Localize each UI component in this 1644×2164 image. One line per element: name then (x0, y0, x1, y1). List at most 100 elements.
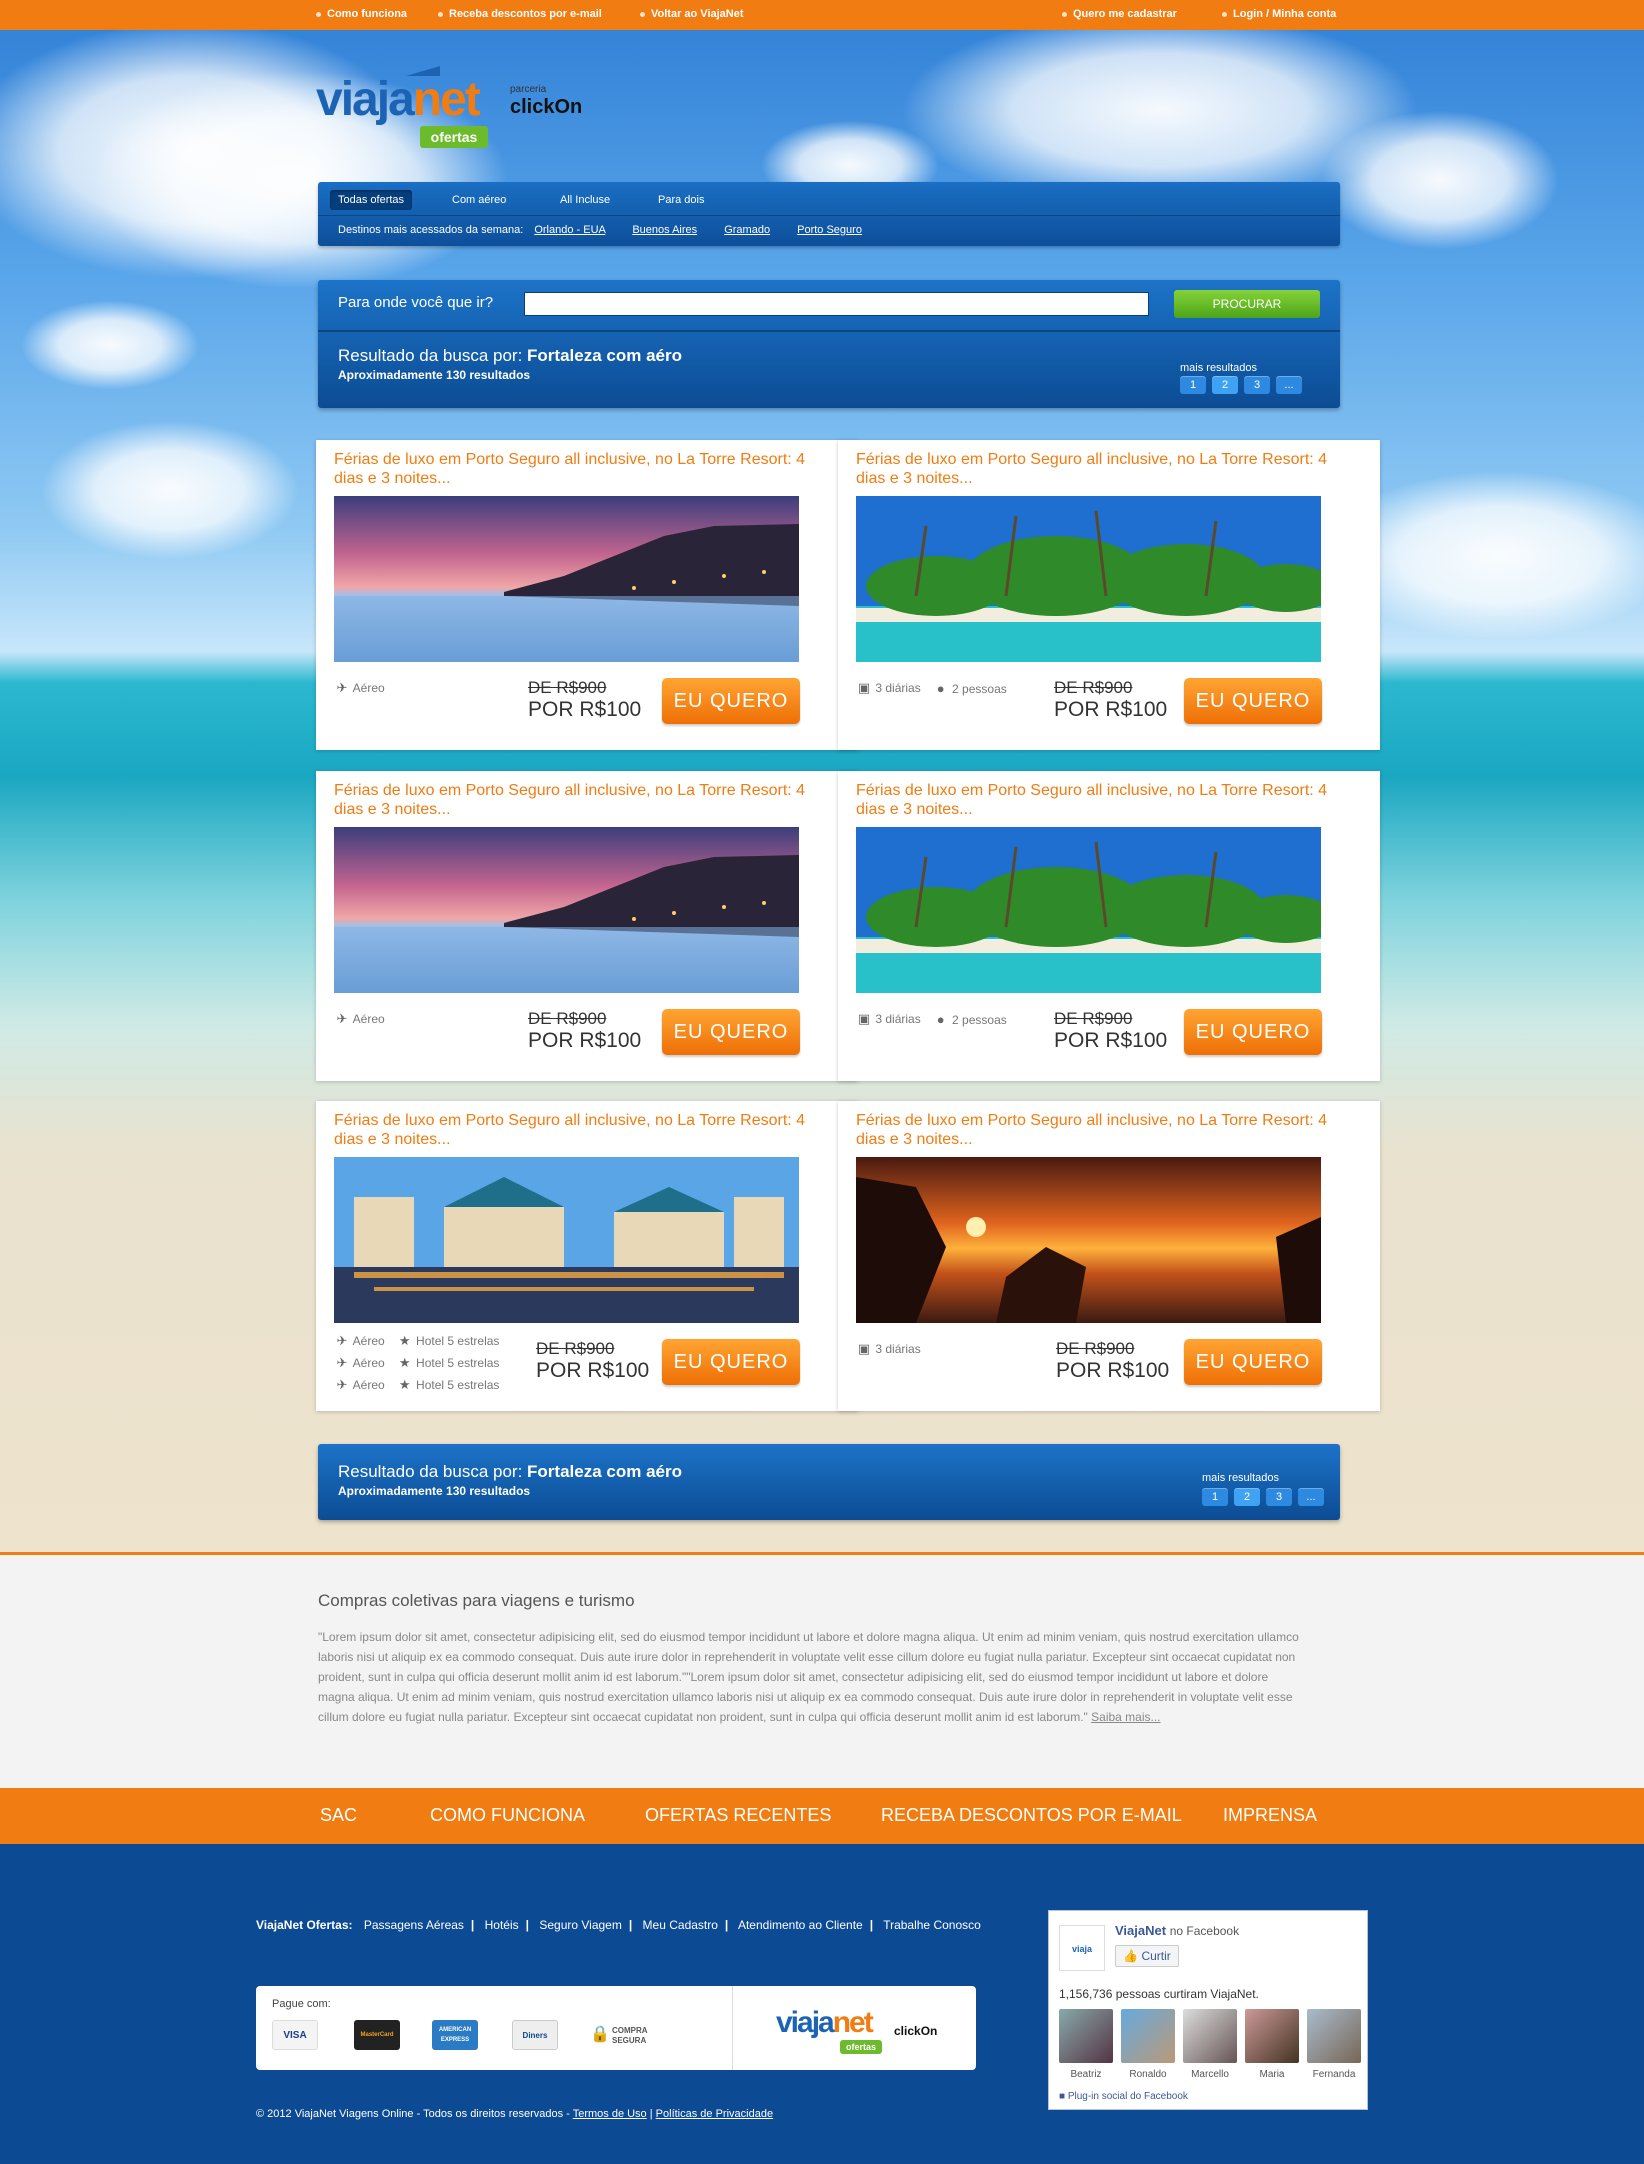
offer-card[interactable]: Férias de luxo em Porto Seguro all inclu… (838, 440, 1380, 750)
offer-meta: ✈ Aéreo (334, 1011, 385, 1033)
offer-photo-sunset-coast[interactable] (334, 827, 799, 993)
privacy-link[interactable]: Políticas de Privacidade (656, 2108, 773, 2120)
tab-com-aereo[interactable]: Com aéreo (444, 190, 514, 210)
offer-card[interactable]: Férias de luxo em Porto Seguro all inclu… (838, 1101, 1380, 1411)
offer-photo-orange-sunset[interactable] (856, 1157, 1321, 1323)
terms-link[interactable]: Termos de Uso (573, 2108, 647, 2120)
footer-link-separator: | (470, 1918, 475, 1932)
facebook-icon: ■ (1059, 2091, 1066, 2102)
footer-nav-ofertas-recentes[interactable]: OFERTAS RECENTES (645, 1805, 831, 1826)
old-price: DE R$900 (1054, 678, 1133, 697)
partner-label: parceria (510, 84, 547, 95)
offer-card[interactable]: Férias de luxo em Porto Seguro all inclu… (316, 440, 858, 750)
new-price: POR R$100 (1056, 1359, 1170, 1382)
topbar-link-descontos[interactable]: Receba descontos por e-mail (438, 8, 602, 20)
eu-quero-button[interactable]: EU QUERO (662, 1339, 800, 1385)
plane-icon: ✈ (336, 1333, 348, 1348)
mastercard-icon: MasterCard (354, 2020, 400, 2050)
offer-card[interactable]: Férias de luxo em Porto Seguro all inclu… (316, 1101, 858, 1411)
offer-title[interactable]: Férias de luxo em Porto Seguro all inclu… (334, 1111, 834, 1149)
topbar-link-como-funciona[interactable]: Como funciona (316, 8, 407, 20)
footer-nav-descontos[interactable]: RECEBA DESCONTOS POR E-MAIL (881, 1805, 1182, 1826)
fb-fan-avatar[interactable] (1245, 2009, 1299, 2063)
page-2-button[interactable]: 2 (1234, 1488, 1260, 1506)
search-button[interactable]: PROCURAR (1174, 290, 1320, 318)
page-more-button[interactable]: ... (1276, 376, 1302, 394)
footer-link-hoteis[interactable]: Hotéis (485, 1918, 519, 1932)
offer-photo-sunset-coast[interactable] (334, 496, 799, 662)
footer-nav-como-funciona[interactable]: COMO FUNCIONA (430, 1805, 585, 1826)
offer-title[interactable]: Férias de luxo em Porto Seguro all inclu… (334, 450, 834, 488)
more-results-label: mais resultados (1180, 362, 1258, 374)
eu-quero-button[interactable]: EU QUERO (1184, 1339, 1322, 1385)
footer-link-passagens[interactable]: Passagens Aéreas (364, 1918, 464, 1932)
tab-para-dois[interactable]: Para dois (650, 190, 712, 210)
meta-text: Aéreo (352, 1334, 385, 1348)
offer-photo-palm-island[interactable] (856, 827, 1321, 993)
page-1-button[interactable]: 1 (1180, 376, 1206, 394)
footer-link-separator: | (525, 1918, 529, 1932)
page-3-button[interactable]: 3 (1244, 376, 1270, 394)
offer-photo-resort-lake[interactable] (334, 1157, 799, 1323)
tab-all-incluse[interactable]: All Incluse (552, 190, 618, 210)
fb-fan-avatar[interactable] (1121, 2009, 1175, 2063)
fb-fan-avatar[interactable] (1183, 2009, 1237, 2063)
fb-fan-avatar[interactable] (1307, 2009, 1361, 2063)
footer-link-atendimento[interactable]: Atendimento ao Cliente (738, 1918, 863, 1932)
plane-icon: ✈ (336, 1355, 348, 1370)
footer-nav-sac[interactable]: SAC (320, 1805, 357, 1826)
fb-plugin-label: ■ Plug-in social do Facebook (1059, 2091, 1188, 2102)
fb-fan-avatar[interactable] (1059, 2009, 1113, 2063)
offer-title[interactable]: Férias de luxo em Porto Seguro all inclu… (856, 781, 1356, 819)
lock-icon: 🔒 (590, 2026, 610, 2043)
eu-quero-button[interactable]: EU QUERO (1184, 1009, 1322, 1055)
site-footer: ViajaNet Ofertas: Passagens Aéreas | Hoté… (0, 1844, 1644, 2164)
dest-link-buenos-aires[interactable]: Buenos Aires (632, 224, 697, 236)
offer-title[interactable]: Férias de luxo em Porto Seguro all inclu… (334, 781, 834, 819)
eu-quero-button[interactable]: EU QUERO (662, 678, 800, 724)
eu-quero-button[interactable]: EU QUERO (1184, 678, 1322, 724)
fb-page-name[interactable]: ViajaNet (1115, 1923, 1166, 1938)
topbar-link-login[interactable]: Login / Minha conta (1222, 8, 1336, 20)
footer-link-trabalhe[interactable]: Trabalhe Conosco (883, 1918, 981, 1932)
dest-link-gramado[interactable]: Gramado (724, 224, 770, 236)
offer-card[interactable]: Férias de luxo em Porto Seguro all inclu… (838, 771, 1380, 1081)
old-price: DE R$900 (528, 1009, 607, 1028)
tab-todas-ofertas[interactable]: Todas ofertas (330, 190, 413, 210)
viajanet-logo[interactable]: viajanet ofertas parceria clickOn (316, 62, 596, 157)
dest-link-porto-seguro[interactable]: Porto Seguro (797, 224, 862, 236)
eu-quero-button[interactable]: EU QUERO (662, 1009, 800, 1055)
meta-text: 3 diárias (875, 1342, 921, 1356)
page-2-button[interactable]: 2 (1212, 376, 1238, 394)
offer-title[interactable]: Férias de luxo em Porto Seguro all inclu… (856, 450, 1356, 488)
footer-links: ViajaNet Ofertas: Passagens Aéreas | Hoté… (256, 1918, 981, 1932)
offer-photo-palm-island[interactable] (856, 496, 1321, 662)
logo-brand-a: viaja (316, 73, 415, 126)
footer-logo-badge: ofertas (840, 2040, 882, 2054)
page-more-button[interactable]: ... (1298, 1488, 1324, 1506)
footer-link-seguro[interactable]: Seguro Viagem (539, 1918, 622, 1932)
calendar-icon: ▣ (857, 1341, 871, 1356)
meta-text: Aéreo (352, 1356, 385, 1370)
dest-link-orlando[interactable]: Orlando - EUA (534, 224, 605, 236)
thumbs-up-icon: 👍 (1123, 1949, 1139, 1963)
topbar-link-cadastrar[interactable]: Quero me cadastrar (1062, 8, 1177, 20)
page-1-button[interactable]: 1 (1202, 1488, 1228, 1506)
calendar-icon: ▣ (857, 1011, 871, 1026)
amex-icon: AMERICAN EXPRESS (432, 2020, 478, 2050)
person-icon: ● (936, 680, 945, 696)
new-price: POR R$100 (536, 1359, 650, 1382)
page-3-button[interactable]: 3 (1266, 1488, 1292, 1506)
offer-title[interactable]: Férias de luxo em Porto Seguro all inclu… (856, 1111, 1356, 1149)
footer-nav-imprensa[interactable]: IMPRENSA (1223, 1805, 1317, 1826)
saiba-mais-link[interactable]: Saiba mais... (1091, 1710, 1160, 1724)
payment-box: Pague com: VISA MasterCard AMERICAN EXPR… (256, 1986, 976, 2070)
fb-like-button[interactable]: 👍 Curtir (1115, 1945, 1179, 1967)
offer-card[interactable]: Férias de luxo em Porto Seguro all inclu… (316, 771, 858, 1081)
topbar-link-voltar[interactable]: Voltar ao ViajaNet (640, 8, 744, 20)
search-input[interactable] (524, 292, 1149, 316)
footer-link-cadastro[interactable]: Meu Cadastro (643, 1918, 718, 1932)
old-price: DE R$900 (1054, 1009, 1133, 1028)
fb-fan-name: Fernanda (1312, 2069, 1356, 2080)
offer-price: DE R$900 POR R$100 (528, 1009, 668, 1053)
